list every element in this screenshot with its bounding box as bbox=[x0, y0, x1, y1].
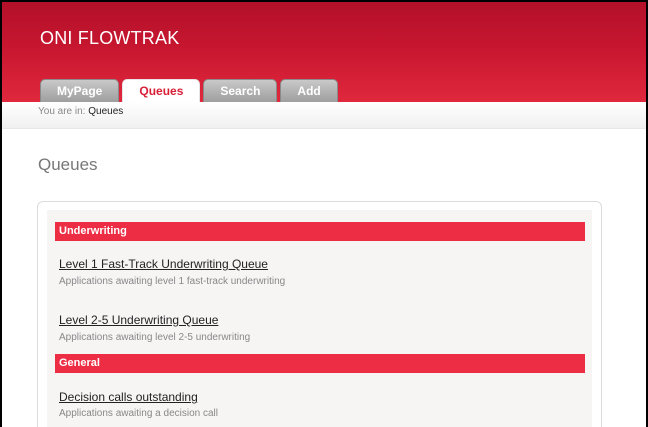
tab-search[interactable]: Search bbox=[203, 79, 278, 102]
queues-panel: Underwriting Level 1 Fast-Track Underwri… bbox=[37, 201, 602, 427]
queue-link-level1-fast-track[interactable]: Level 1 Fast-Track Underwriting Queue bbox=[59, 257, 268, 271]
app-header: ONI FLOWTRAK MyPage Queues Search Add bbox=[2, 2, 646, 102]
tab-add[interactable]: Add bbox=[280, 79, 338, 102]
tab-mypage[interactable]: MyPage bbox=[40, 79, 120, 102]
tab-queues[interactable]: Queues bbox=[122, 79, 201, 102]
section-header-general: General bbox=[55, 354, 585, 373]
queue-desc-level1-fast-track: Applications awaiting level 1 fast-track… bbox=[59, 276, 286, 287]
breadcrumb-bar: You are in: Queues bbox=[2, 102, 646, 129]
queues-panel-body: Underwriting Level 1 Fast-Track Underwri… bbox=[47, 210, 592, 427]
app-title: ONI FLOWTRAK bbox=[40, 28, 180, 48]
queue-desc-decision-calls: Applications awaiting a decision call bbox=[59, 408, 218, 419]
breadcrumb: You are in: Queues bbox=[38, 106, 123, 117]
main-tabs: MyPage Queues Search Add bbox=[40, 79, 338, 102]
queue-link-decision-calls[interactable]: Decision calls outstanding bbox=[59, 390, 198, 404]
section-header-underwriting: Underwriting bbox=[55, 222, 585, 241]
breadcrumb-prefix: You are in: bbox=[38, 106, 86, 117]
queue-desc-level2-5: Applications awaiting level 2-5 underwri… bbox=[59, 332, 251, 343]
queue-link-level2-5[interactable]: Level 2-5 Underwriting Queue bbox=[59, 313, 218, 327]
breadcrumb-current: Queues bbox=[88, 106, 124, 117]
page-title: Queues bbox=[38, 155, 98, 174]
